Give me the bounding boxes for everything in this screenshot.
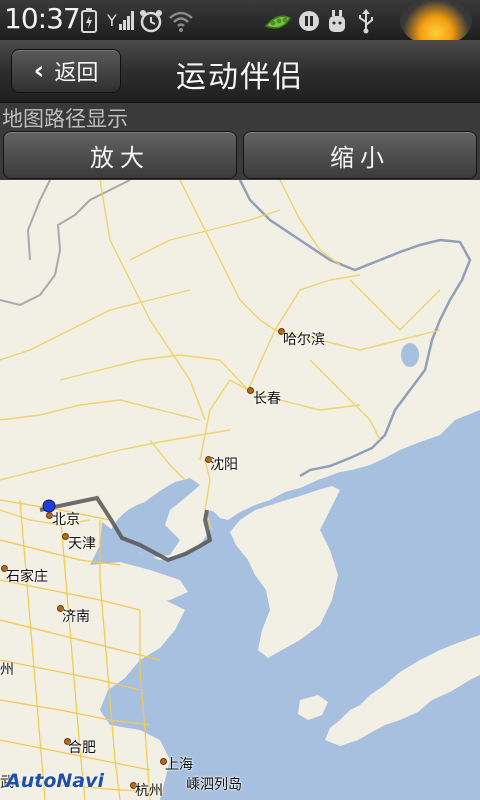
wifi-icon: [168, 8, 194, 39]
border-line: [26, 180, 51, 261]
city-label-edge-zhou: 州: [0, 662, 14, 678]
usb-icon: [356, 8, 376, 39]
city-label-tianjin: 天津: [68, 536, 96, 552]
city-label-changchun: 长春: [253, 391, 281, 407]
zoom-out-button[interactable]: 缩小: [243, 131, 477, 179]
autonavi-logo: AutoNavi: [6, 770, 104, 792]
clock: 10:37: [4, 2, 81, 35]
signal-icon: Y: [106, 8, 135, 39]
map-view[interactable]: 哈尔滨 长春 沈阳 北京 天津 石家庄 济南 州 合肥 上海 杭州 嵊泗列岛 武…: [0, 180, 480, 800]
map-canvas: [0, 180, 480, 800]
status-bar: 10:37 Y: [0, 0, 480, 46]
city-label-hefei: 合肥: [68, 740, 96, 756]
city-label-shijiazhuang: 石家庄: [6, 569, 48, 585]
alarm-icon: [138, 8, 164, 39]
section-label: 地图路径显示: [2, 107, 128, 131]
city-label-harbin: 哈尔滨: [283, 332, 325, 348]
media-icon: [296, 8, 322, 39]
city-label-beijing: 北京: [52, 512, 80, 528]
city-label-jinan: 济南: [62, 609, 90, 625]
city-label-shanghai: 上海: [165, 757, 193, 773]
city-label-shenyang: 沈阳: [210, 457, 238, 473]
battery-icon: [80, 8, 98, 39]
page-title: 运动伴侣: [176, 60, 304, 95]
border-line: [238, 180, 472, 478]
city-label-shengsi: 嵊泗列岛: [186, 777, 242, 793]
zoom-in-button[interactable]: 放大: [3, 131, 237, 179]
city-label-hangzhou: 杭州: [135, 783, 163, 799]
svg-text:Y: Y: [107, 11, 117, 30]
peapod-icon: [264, 8, 292, 39]
title-bar: ‹ 返回 运动伴侣: [0, 40, 480, 103]
map-controls: 地图路径显示 放大 缩小: [0, 103, 480, 180]
usb-debug-icon: [326, 8, 348, 39]
